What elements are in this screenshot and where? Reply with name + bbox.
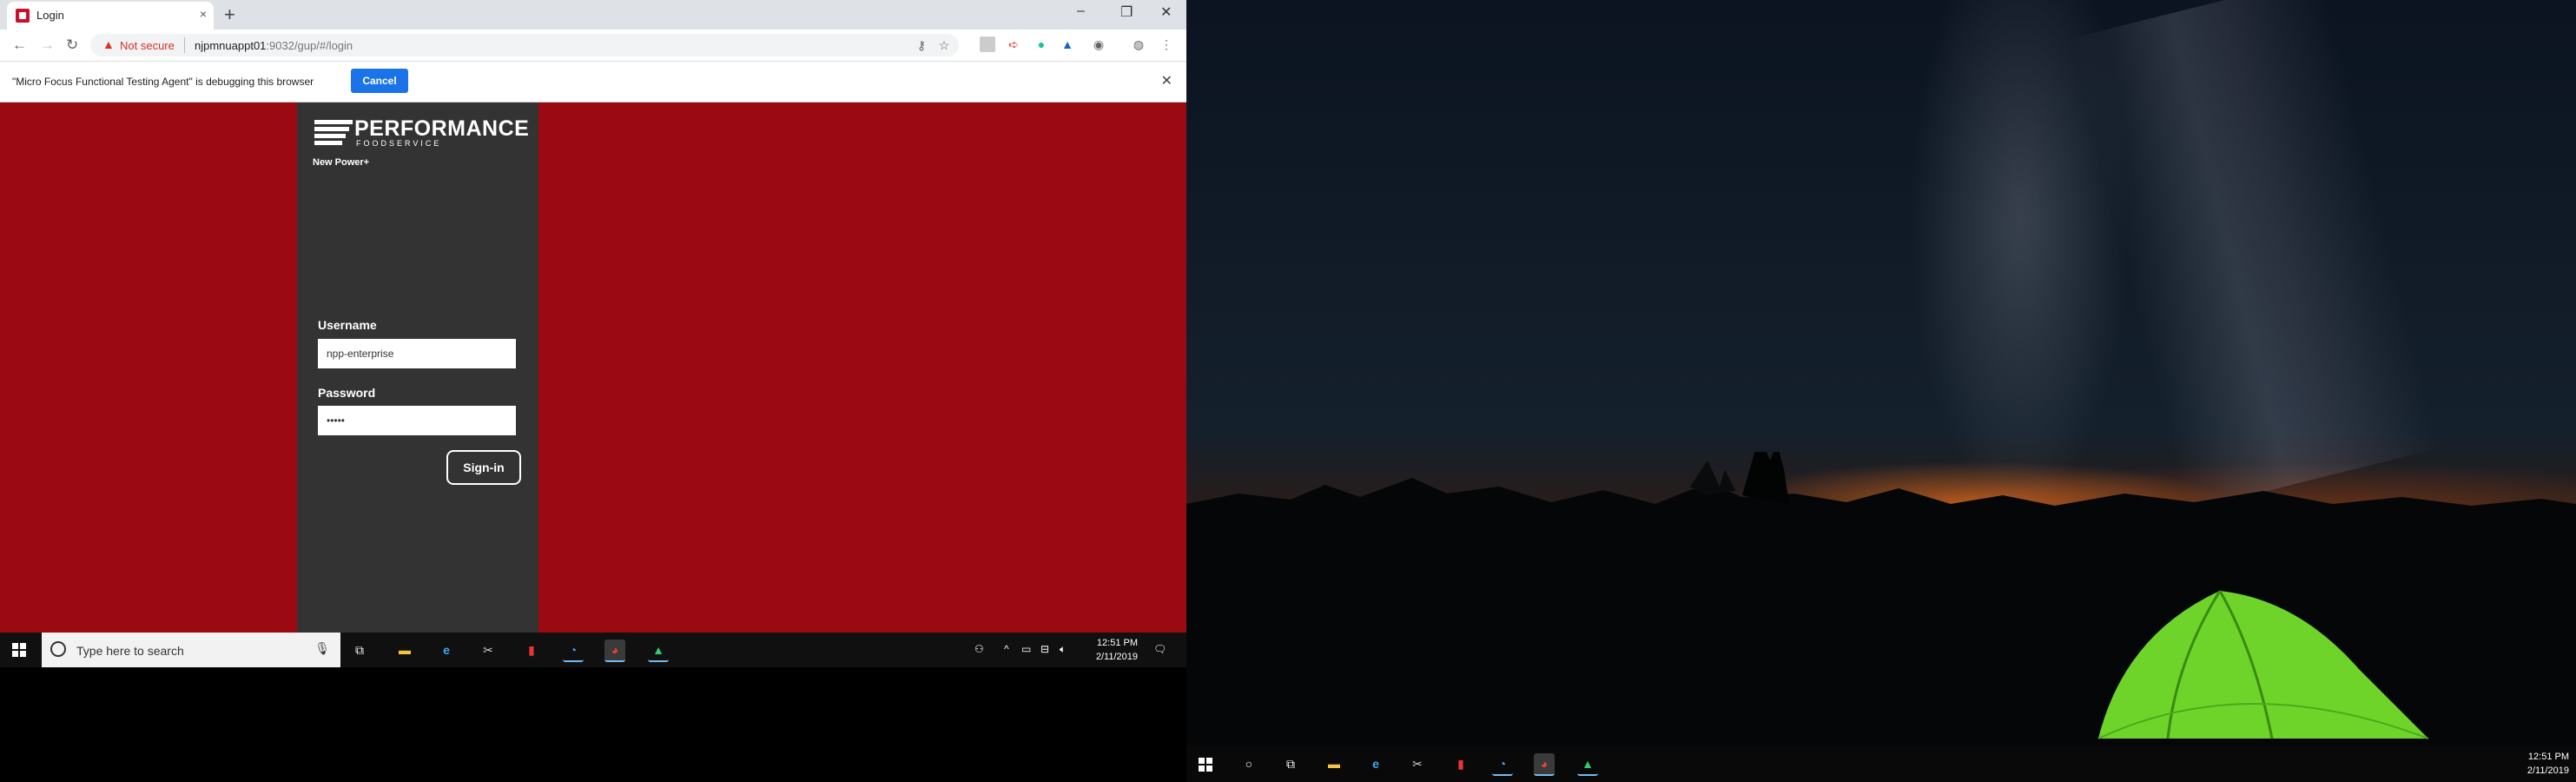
key-icon[interactable]: ⚷ [914, 37, 929, 53]
forward-icon[interactable]: → [40, 36, 55, 54]
chrome-icon-2[interactable]: ◕ [1534, 753, 1555, 776]
extension-icon[interactable] [980, 36, 995, 52]
internet-explorer-icon[interactable]: e [436, 640, 457, 660]
taskbar-clock[interactable]: 12:51 PM 2/11/2019 [1086, 636, 1138, 664]
login-page: PERFORMANCE FOODSERVICE New Power+ Usern… [0, 103, 1186, 633]
taskbar-left: Type here to search 🎙︎ ⧉ ▬ e ✂ ▮ ◔ ◕ ▲ ⚇… [0, 633, 1186, 667]
people-icon[interactable]: ⚇ [974, 643, 984, 655]
green-tent [2097, 590, 2429, 739]
clock-date: 2/11/2019 [1095, 652, 1138, 662]
sign-in-button[interactable]: Sign-in [446, 450, 521, 485]
url-text: njpmnuappt01:9032/gup/#/login [195, 39, 353, 52]
security-label: Not secure [120, 39, 175, 52]
app-triangle-icon-2[interactable]: ▲ [1577, 753, 1598, 776]
clock-date-2: 2/11/2019 [2526, 765, 2569, 776]
left-monitor: Login × + – ❐ ✕ ← → ↻ ▲ Not secure njpmn… [0, 0, 1186, 667]
logo-brand-text: PERFORMANCE [354, 116, 530, 141]
username-label: Username [318, 318, 377, 332]
internet-explorer-icon-2[interactable]: e [1365, 753, 1386, 774]
address-separator [184, 37, 185, 53]
clock-time-2: 12:51 PM [2527, 752, 2569, 762]
windows-start-icon[interactable] [12, 643, 26, 657]
url-host: njpmnuappt01 [195, 39, 267, 52]
back-icon[interactable]: ← [12, 36, 27, 54]
app-triangle-icon[interactable]: ▲ [648, 640, 669, 662]
network-icon[interactable]: ⊟ [1040, 643, 1049, 655]
app-red-icon[interactable]: ▮ [521, 640, 542, 660]
app-name: New Power+ [313, 157, 370, 168]
extension-arrow-icon[interactable]: ➪ [1006, 36, 1021, 52]
left-monitor-black-area [0, 667, 1186, 782]
warning-icon: ▲ [102, 37, 115, 51]
new-tab-button[interactable]: + [224, 3, 235, 26]
logo-sub-text: FOODSERVICE [356, 139, 442, 148]
app-blue-icon-2[interactable]: ◔ [1492, 753, 1513, 776]
tab-title: Login [36, 9, 64, 22]
restore-button[interactable]: ❐ [1120, 3, 1133, 21]
performance-foodservice-logo: PERFORMANCE FOODSERVICE [314, 116, 529, 151]
reload-icon[interactable]: ↻ [66, 36, 78, 54]
login-panel: PERFORMANCE FOODSERVICE New Power+ Usern… [297, 103, 538, 633]
extension-circle-icon[interactable]: ◉ [1091, 36, 1106, 52]
infobar-message: "Micro Focus Functional Testing Agent" i… [12, 76, 314, 88]
tray-chevron-icon[interactable]: ^ [1004, 643, 1009, 655]
windows-start-icon-2[interactable] [1199, 758, 1212, 772]
task-view-icon-2[interactable]: ⧉ [1280, 753, 1301, 774]
password-label: Password [318, 386, 376, 400]
debug-infobar: "Micro Focus Functional Testing Agent" i… [0, 62, 1186, 103]
cortana-circle-icon [50, 641, 66, 657]
app-blue-icon[interactable]: ◔ [563, 640, 584, 662]
cancel-button[interactable]: Cancel [351, 69, 408, 93]
infobar-close-icon[interactable]: ✕ [1161, 72, 1172, 89]
chrome-icon[interactable]: ◕ [604, 640, 625, 662]
app-red-icon-2[interactable]: ▮ [1450, 753, 1471, 774]
logo-stripes-icon [314, 118, 353, 148]
browser-toolbar: ← → ↻ ▲ Not secure njpmnuappt01:9032/gup… [0, 30, 1186, 62]
snipping-tool-icon-2[interactable]: ✂ [1407, 753, 1428, 774]
tab-login[interactable]: Login × [7, 2, 214, 30]
battery-icon[interactable]: ▭ [1021, 643, 1031, 655]
minimize-button[interactable]: – [1077, 3, 1085, 19]
notifications-icon[interactable]: 🗨︎ [1153, 643, 1166, 655]
browser-tab-strip: Login × + – ❐ ✕ [0, 0, 1186, 30]
username-field[interactable] [318, 339, 516, 368]
file-explorer-icon[interactable]: ▬ [394, 640, 415, 660]
site-favicon-icon [16, 9, 30, 23]
volume-muted-icon[interactable]: 🔈︎ [1060, 643, 1066, 656]
menu-kebab-icon[interactable]: ⋮ [1159, 36, 1174, 52]
address-bar[interactable]: ▲ Not secure njpmnuappt01:9032/gup/#/log… [90, 34, 959, 56]
search-placeholder: Type here to search [76, 644, 184, 658]
file-explorer-icon-2[interactable]: ▬ [1324, 753, 1344, 774]
bookmark-star-icon[interactable]: ☆ [936, 37, 952, 53]
password-field[interactable] [318, 406, 516, 435]
right-monitor-desktop: ○ ⧉ ▬ e ✂ ▮ ◔ ◕ ▲ 12:51 PM 2/11/2019 [1186, 0, 2576, 782]
cortana-icon[interactable]: ○ [1238, 753, 1259, 774]
profile-icon[interactable]: ◍ [1131, 36, 1146, 52]
taskbar-search-box[interactable]: Type here to search 🎙︎ [42, 633, 340, 667]
window-close-button[interactable]: ✕ [1160, 3, 1172, 21]
milky-way-band [2069, 0, 2441, 511]
taskbar-right: ○ ⧉ ▬ e ✂ ▮ ◔ ◕ ▲ 12:51 PM 2/11/2019 [1186, 746, 2576, 782]
snipping-tool-icon[interactable]: ✂ [478, 640, 499, 660]
extension-triangle-icon[interactable]: ▲ [1060, 36, 1075, 52]
tab-close-icon[interactable]: × [200, 7, 207, 21]
task-view-icon[interactable]: ⧉ [349, 640, 370, 660]
microphone-icon[interactable]: 🎙︎ [314, 641, 330, 656]
taskbar-clock-2[interactable]: 12:51 PM 2/11/2019 [2527, 750, 2569, 778]
url-path: :9032/gup/#/login [266, 39, 353, 52]
grammarly-icon[interactable]: ● [1034, 36, 1049, 52]
clock-time: 12:51 PM [1096, 638, 1138, 648]
